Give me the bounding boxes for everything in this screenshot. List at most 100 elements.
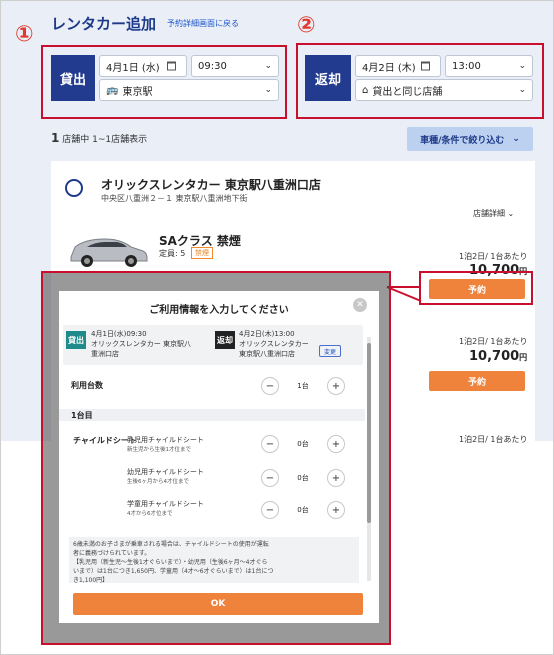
modal-scrollbar-thumb[interactable]	[367, 343, 371, 523]
plan-price-unit: 円	[519, 353, 528, 362]
modal-pickup-line: オリックスレンタカー 東京駅八	[91, 340, 192, 348]
seat-name: 乳児用チャイルドシート	[127, 436, 204, 444]
pickup-label: 貸出	[51, 55, 95, 101]
page: レンタカー追加 予約詳細画面に戻る ① ② ③ 貸出 4月1日 (水) 09:3…	[0, 0, 554, 655]
plus-button[interactable]: +	[327, 435, 345, 453]
minus-button[interactable]: −	[261, 469, 279, 487]
minus-button[interactable]: −	[261, 435, 279, 453]
return-time-select[interactable]: 13:00 ⌄	[445, 55, 533, 77]
plan-period: 1泊2日/ 1台あたり	[459, 435, 528, 444]
pickup-location-select[interactable]: 🚌 東京駅 ⌄	[99, 79, 279, 101]
day-header	[59, 409, 365, 421]
return-location-select[interactable]: ⌂ 貸出と同じ店舗 ⌄	[355, 79, 533, 101]
note-line: 者に義務づけられています。	[73, 550, 151, 557]
seat-value: 0台	[297, 440, 309, 448]
note-line: 6歳未満のお子さまが乗車される場合は、チャイルドシートの使用が運転	[73, 541, 269, 548]
return-time-value: 13:00	[452, 60, 481, 72]
chevron-down-icon: ⌄	[264, 85, 272, 95]
child-seat-note: 6歳未満のお子さまが乗車される場合は、チャイルドシートの使用が運転 者に義務づけ…	[69, 537, 359, 584]
seat-sub: 新生児から生後1才位まで	[127, 447, 192, 453]
ok-button[interactable]: OK	[73, 593, 363, 615]
store-name: オリックスレンタカー 東京駅八重洲口店	[101, 178, 321, 192]
chevron-down-icon: ⌄	[518, 61, 526, 71]
bus-icon: 🚌	[106, 84, 119, 96]
plan-period: 1泊2日/ 1台あたり	[459, 337, 528, 346]
result-count-text: 店舗中 1~1店舗表示	[62, 135, 148, 145]
store-detail-label: 店舗詳細	[473, 209, 505, 218]
calendar-icon	[167, 61, 176, 71]
callout-two: ②	[297, 13, 316, 38]
store-detail-link[interactable]: 店舗詳細 ⌄	[473, 208, 514, 219]
seat-name: 幼児用チャイルドシート	[127, 468, 204, 476]
store-address: 中央区八重洲２－１ 東京駅八重洲地下街	[101, 194, 248, 203]
modal-return-line: 東京駅八重洲口店	[239, 350, 295, 358]
plan-price-value: 10,700	[469, 349, 520, 364]
rental-summary: 貸出 4月1日(水)09:30 オリックスレンタカー 東京駅八 重洲口店 返却 …	[63, 325, 363, 365]
return-label: 返却	[305, 55, 351, 101]
units-value: 1台	[297, 382, 309, 390]
non-smoking-badge: 禁煙	[191, 247, 213, 259]
return-tag: 返却	[215, 331, 235, 349]
chevron-down-icon: ⌄	[264, 61, 272, 71]
plus-button[interactable]: +	[327, 501, 345, 519]
seat-stepper[interactable]: − 0台 +	[261, 501, 345, 519]
seat-name: 学童用チャイルドシート	[127, 500, 204, 508]
return-location-value: 貸出と同じ店舗	[372, 86, 443, 98]
day-label: 1台目	[71, 411, 93, 420]
pickup-date-value: 4月1日 (水)	[106, 62, 160, 74]
plan-period: 1泊2日/ 1台あたり	[459, 252, 528, 261]
seat-toddler: 幼児用チャイルドシート 生後6ヶ月から4才位まで	[127, 467, 204, 485]
filter-label: 車種/条件で絞り込む	[420, 135, 505, 146]
car-capacity: 定員: 5	[159, 249, 186, 258]
note-line: いまで）は1台につき1,650円、学童用（4才～6才ぐらいまで）は1台につ	[73, 568, 274, 575]
pickup-time-select[interactable]: 09:30 ⌄	[191, 55, 279, 77]
usage-info-modal: ご利用情報を入力してください ✕ 貸出 4月1日(水)09:30 オリックスレン…	[59, 291, 379, 623]
minus-button[interactable]: −	[261, 377, 279, 395]
seat-infant: 乳児用チャイルドシート 新生児から生後1才位まで	[127, 435, 204, 453]
pickup-date-field[interactable]: 4月1日 (水)	[99, 55, 187, 77]
calendar-icon	[421, 61, 430, 71]
seat-value: 0台	[297, 506, 309, 514]
modal-return-line: 4月2日(木)13:00	[239, 330, 295, 338]
plus-button[interactable]: +	[327, 377, 345, 395]
seat-stepper[interactable]: − 0台 +	[261, 435, 345, 453]
filter-button[interactable]: 車種/条件で絞り込む ⌄	[407, 127, 533, 151]
callout-connector	[386, 286, 422, 302]
modal-pickup-info: 4月1日(水)09:30 オリックスレンタカー 東京駅八 重洲口店	[91, 329, 191, 359]
plus-button[interactable]: +	[327, 469, 345, 487]
modal-return-info: 4月2日(木)13:00 オリックスレンタカー 東京駅八重洲口店	[239, 329, 309, 359]
back-to-reservation-link[interactable]: 予約詳細画面に戻る	[167, 18, 239, 29]
orix-logo-icon	[65, 179, 83, 197]
pickup-tag: 貸出	[66, 331, 86, 349]
seat-sub: 生後6ヶ月から4才位まで	[127, 479, 189, 485]
car-image	[70, 238, 148, 267]
modal-pickup-line: 重洲口店	[91, 350, 119, 358]
chevron-down-icon: ⌄	[512, 134, 520, 144]
seat-stepper[interactable]: − 0台 +	[261, 469, 345, 487]
note-line: 【乳児用（新生児～生後1才ぐらいまで）・幼児用（生後6ヶ月～4才ぐら	[73, 559, 268, 566]
chevron-down-icon: ⌄	[507, 209, 515, 218]
pickup-time-value: 09:30	[198, 60, 227, 72]
chevron-down-icon: ⌄	[518, 85, 526, 95]
modal-return-line: オリックスレンタカー	[239, 340, 309, 348]
seat-booster: 学童用チャイルドシート 4才から6才位まで	[127, 499, 204, 517]
plan-price: 10,700円	[469, 349, 527, 364]
result-count-number: 1	[51, 131, 60, 145]
seat-value: 0台	[297, 474, 309, 482]
pickup-location-value: 東京駅	[122, 86, 153, 98]
units-label: 利用台数	[71, 381, 103, 390]
result-count: 1 店舗中 1~1店舗表示	[51, 131, 147, 145]
reserve-button[interactable]: 予約	[429, 279, 525, 299]
change-button[interactable]: 変更	[319, 345, 341, 357]
modal-pickup-line: 4月1日(水)09:30	[91, 330, 147, 338]
close-icon[interactable]: ✕	[353, 298, 367, 312]
reserve-button[interactable]: 予約	[429, 371, 525, 391]
callout-one: ①	[15, 22, 34, 47]
units-stepper[interactable]: − 1台 +	[261, 377, 345, 395]
return-date-field[interactable]: 4月2日 (木)	[355, 55, 441, 77]
seat-sub: 4才から6才位まで	[127, 511, 173, 517]
page-title: レンタカー追加	[51, 15, 157, 33]
note-line: き1,100円】	[73, 577, 109, 584]
modal-title: ご利用情報を入力してください	[149, 305, 289, 316]
minus-button[interactable]: −	[261, 501, 279, 519]
